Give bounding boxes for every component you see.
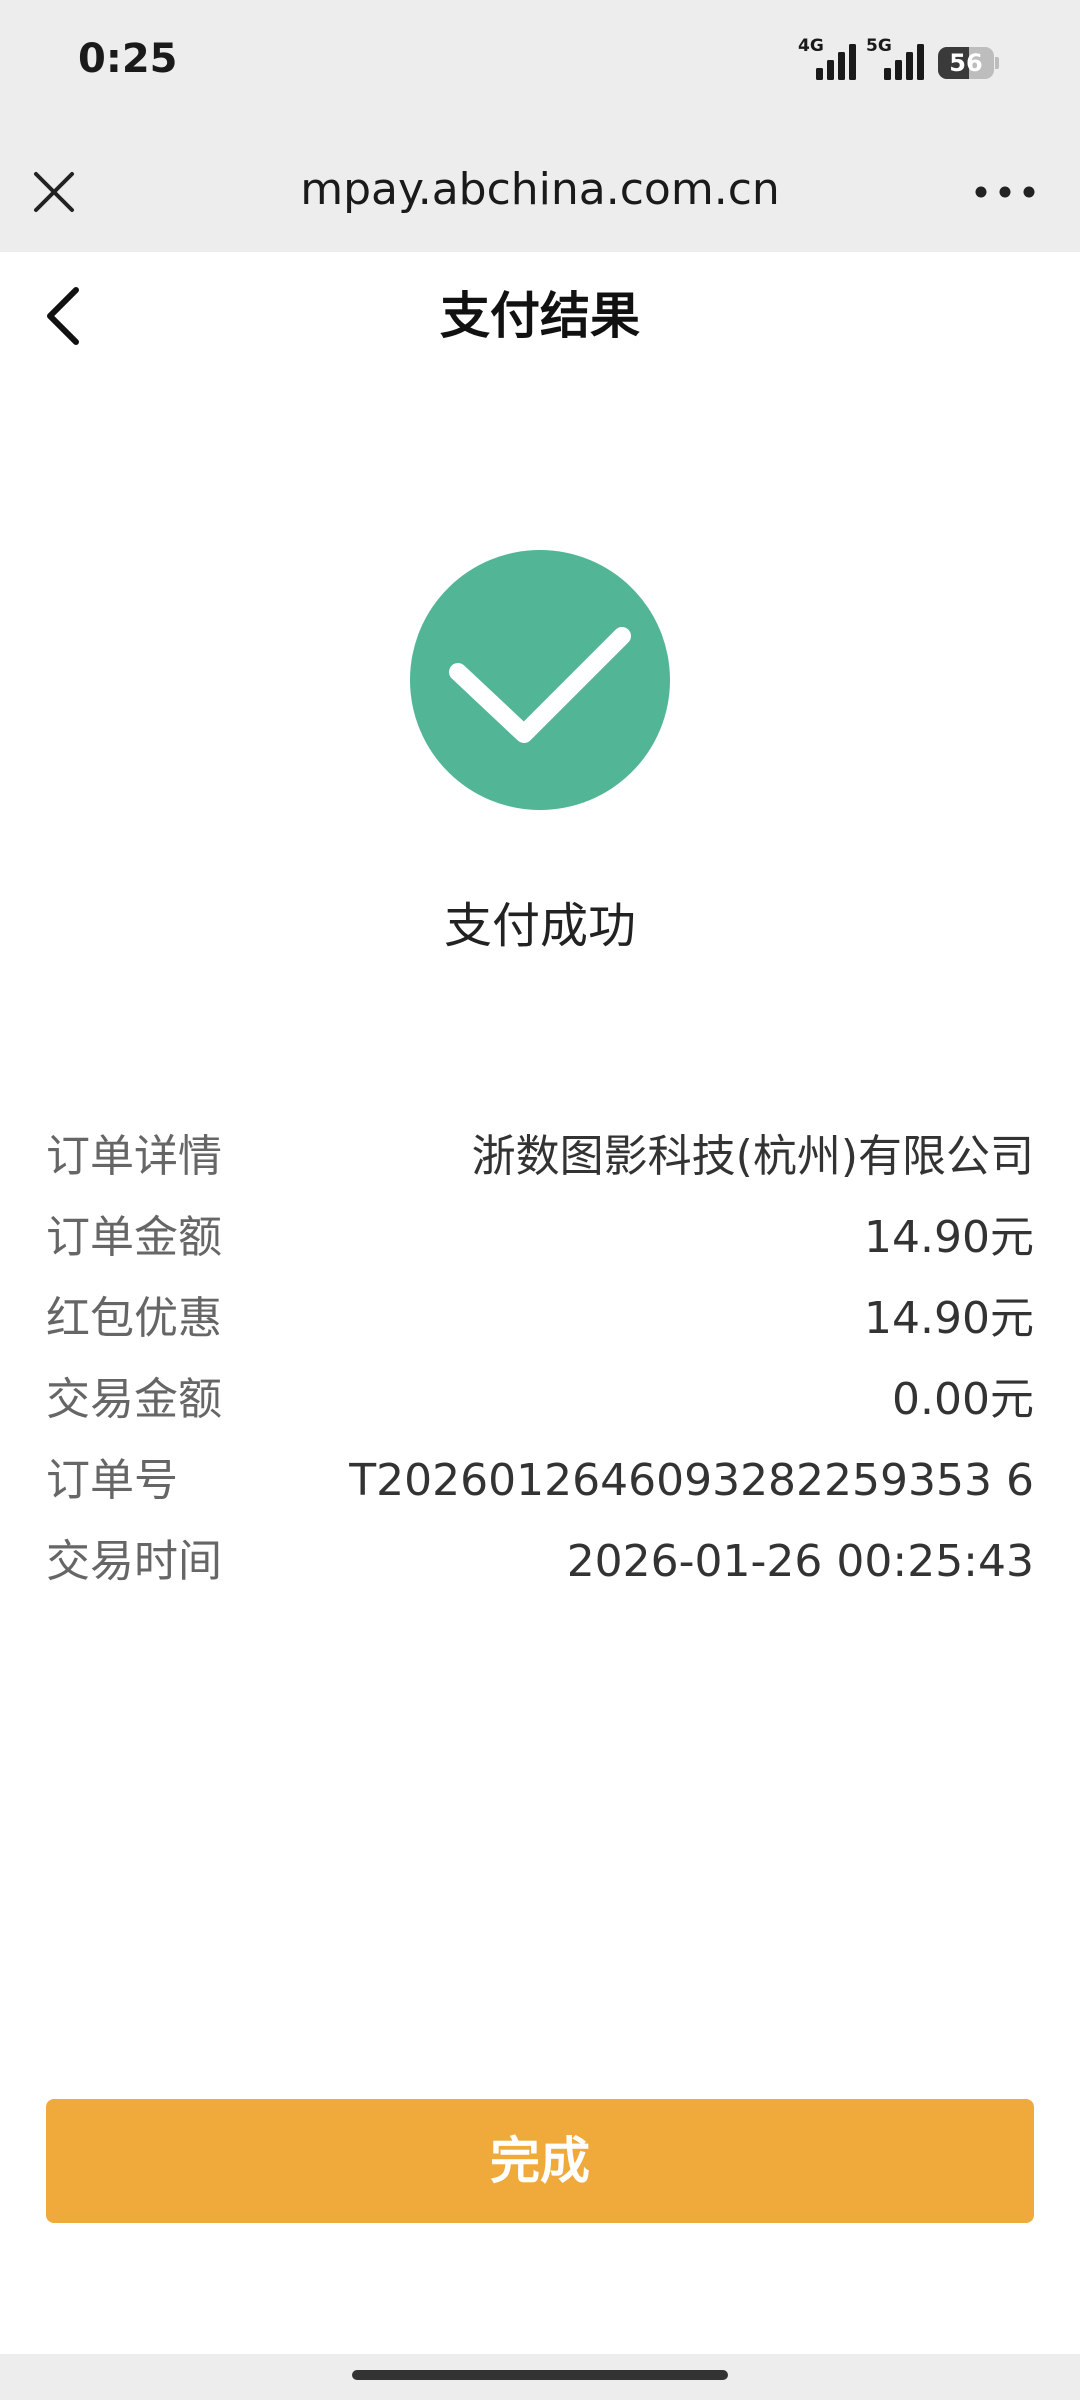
battery-level: 56 [949,49,983,77]
detail-value: 浙数图影科技(杭州)有限公司 [471,1131,1034,1182]
battery-icon: 56 [938,47,999,79]
page-title: 支付结果 [440,287,640,345]
detail-value: 14.90元 [864,1212,1034,1263]
detail-label: 订单详情 [46,1131,222,1182]
signal-bars-icon [884,44,924,80]
check-circle-icon [410,550,670,810]
detail-label: 订单金额 [46,1212,222,1263]
gesture-area [0,2354,1080,2400]
signal-bars-icon [816,44,856,80]
status-bar: 0:25 4G 5G 56 [0,0,1080,130]
battery-shell: 56 [938,47,994,79]
detail-value: 0.00元 [892,1374,1034,1425]
close-icon [34,172,74,212]
detail-label: 红包优惠 [46,1293,222,1344]
browser-bar: mpay.abchina.com.cn [0,130,1080,252]
payment-result-text: 支付成功 [443,898,636,954]
detail-row-red-packet-discount: 红包优惠 14.90元 [46,1278,1034,1359]
detail-value: T2026012646093282259353 6 [349,1455,1034,1506]
chevron-left-icon [47,287,79,345]
success-check-icon [410,550,670,810]
detail-row-order-details: 订单详情 浙数图影科技(杭州)有限公司 [46,1116,1034,1197]
detail-row-order-number: 订单号 T2026012646093282259353 6 [46,1440,1034,1521]
cellular-signal-4g: 4G [798,38,858,82]
detail-row-order-amount: 订单金额 14.90元 [46,1197,1034,1278]
detail-label: 交易金额 [46,1374,222,1425]
url-text: mpay.abchina.com.cn [300,164,780,215]
status-time: 0:25 [78,36,178,82]
detail-label: 订单号 [46,1455,178,1506]
more-options-button[interactable] [970,160,1040,224]
home-indicator[interactable] [352,2370,728,2380]
order-details: 订单详情 浙数图影科技(杭州)有限公司 订单金额 14.90元 红包优惠 14.… [46,1116,1034,1602]
more-dots-icon [975,186,1035,198]
cellular-signal-5g: 5G [866,38,926,82]
detail-label: 交易时间 [46,1536,222,1587]
close-button[interactable] [22,160,86,224]
back-button[interactable] [30,278,100,354]
detail-row-transaction-amount: 交易金额 0.00元 [46,1359,1034,1440]
battery-nub [995,57,999,69]
detail-row-transaction-time: 交易时间 2026-01-26 00:25:43 [46,1521,1034,1602]
done-button[interactable]: 完成 [46,2099,1034,2223]
detail-value: 2026-01-26 00:25:43 [566,1536,1034,1587]
detail-value: 14.90元 [864,1293,1034,1344]
